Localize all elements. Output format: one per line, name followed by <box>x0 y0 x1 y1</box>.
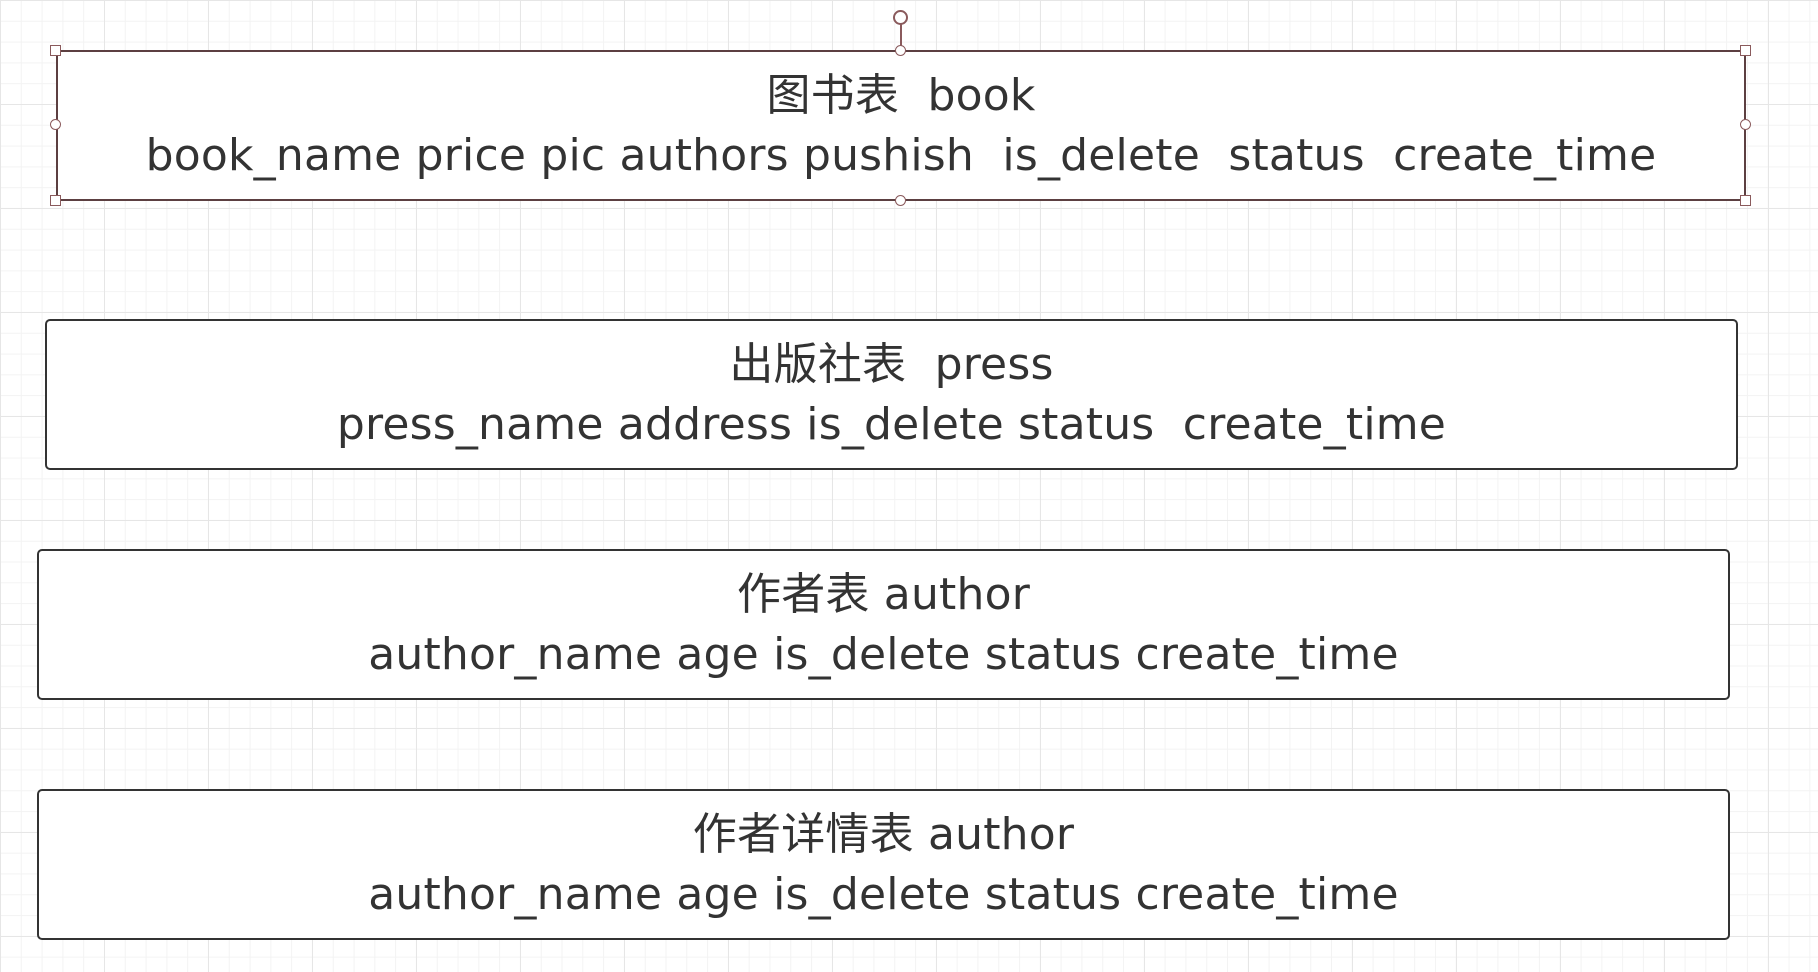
resize-handle-top-icon[interactable] <box>895 45 906 56</box>
resize-handle-bottom-right-icon[interactable] <box>1740 195 1751 206</box>
rotate-handle-icon[interactable] <box>893 10 908 25</box>
book-table-title: 图书表 book <box>766 69 1036 121</box>
resize-handle-right-icon[interactable] <box>1740 119 1751 130</box>
author-detail-table-fields: author_name age is_delete status create_… <box>368 868 1399 920</box>
resize-handle-bottom-left-icon[interactable] <box>50 195 61 206</box>
author-table-fields: author_name age is_delete status create_… <box>368 628 1399 680</box>
book-table-fields: book_name price pic authors pushish is_d… <box>145 129 1657 181</box>
resize-handle-top-left-icon[interactable] <box>50 45 61 56</box>
resize-handle-left-icon[interactable] <box>50 119 61 130</box>
author-detail-table-shape[interactable]: 作者详情表 author author_name age is_delete s… <box>37 789 1730 940</box>
resize-handle-bottom-icon[interactable] <box>895 195 906 206</box>
book-table-shape[interactable]: 图书表 book book_name price pic authors pus… <box>56 50 1746 201</box>
diagram-canvas[interactable]: 图书表 book book_name price pic authors pus… <box>0 0 1818 972</box>
author-table-shape[interactable]: 作者表 author author_name age is_delete sta… <box>37 549 1730 700</box>
author-detail-table-title: 作者详情表 author <box>692 808 1075 860</box>
press-table-shape[interactable]: 出版社表 press press_name address is_delete … <box>45 319 1738 470</box>
resize-handle-top-right-icon[interactable] <box>1740 45 1751 56</box>
press-table-title: 出版社表 press <box>729 338 1054 390</box>
author-table-title: 作者表 author <box>737 568 1030 620</box>
press-table-fields: press_name address is_delete status crea… <box>336 398 1447 450</box>
